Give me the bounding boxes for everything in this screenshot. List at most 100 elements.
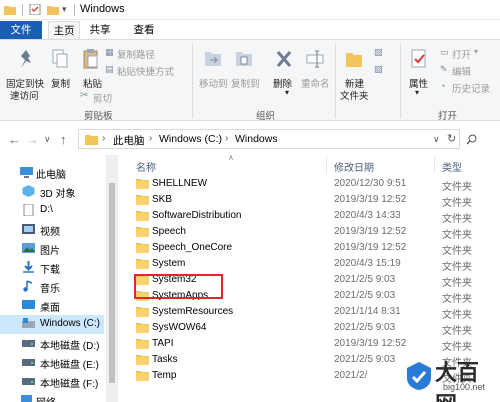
watermark-logo-icon	[407, 362, 431, 390]
nav-item-3d-objects[interactable]: 3D 对象	[0, 182, 104, 201]
new-folder-icon[interactable]	[345, 48, 363, 70]
easy-access-icon[interactable]: ▧	[374, 64, 383, 75]
nav-item-local-disk-e[interactable]: 本地磁盘 (E:)	[0, 353, 104, 372]
list-item[interactable]: Speech 2019/3/19 12:52 文件夹	[120, 224, 500, 241]
pin-quick-access-label-2[interactable]: 速访问	[10, 88, 39, 102]
paste-shortcut-button[interactable]: 粘贴快捷方式	[117, 64, 174, 78]
column-header-name[interactable]: 名称	[136, 159, 156, 174]
file-date: 2020/4/3 15:19	[334, 258, 401, 269]
copy-label[interactable]: 复制	[51, 76, 70, 90]
copy-to-icon[interactable]	[235, 48, 253, 70]
cut-button[interactable]: 剪切	[93, 91, 112, 105]
breadcrumb-windows-c[interactable]: Windows (C:)	[159, 133, 222, 145]
copy-icon[interactable]	[51, 48, 69, 70]
chevron-right-icon[interactable]: ›	[225, 133, 228, 144]
list-item[interactable]: SysWOW64 2021/2/5 9:03 文件夹	[120, 320, 500, 337]
chevron-right-icon[interactable]: ›	[102, 133, 105, 144]
clipboard-group-label: 剪贴板	[84, 111, 113, 122]
edit-button[interactable]: 编辑	[452, 64, 471, 78]
nav-item-pictures[interactable]: 图片	[0, 239, 104, 258]
delete-button[interactable]: 删除	[273, 76, 292, 90]
new-folder-label-2[interactable]: 文件夹	[340, 88, 369, 102]
search-icon[interactable]	[466, 134, 477, 145]
folder-icon	[136, 211, 149, 221]
chevron-right-icon[interactable]: ›	[149, 133, 152, 144]
refresh-icon[interactable]: ↻	[447, 132, 456, 145]
file-date: 2020/12/30 9:51	[334, 178, 407, 189]
delete-dropdown-icon[interactable]: ▾	[285, 88, 289, 97]
folder-icon	[4, 6, 16, 15]
pin-icon[interactable]	[16, 48, 36, 70]
nav-item-this-pc[interactable]: 此电脑	[0, 163, 104, 182]
file-date: 2019/3/19 12:52	[334, 242, 407, 253]
list-item[interactable]: System 2020/4/3 15:19 文件夹	[120, 256, 500, 273]
list-item[interactable]: Speech_OneCore 2019/3/19 12:52 文件夹	[120, 240, 500, 257]
paste-icon[interactable]	[82, 48, 100, 70]
list-item[interactable]: SystemResources 2021/1/14 8:31 文件夹	[120, 304, 500, 321]
nav-item-d-drive[interactable]: D:\	[0, 201, 104, 220]
up-arrow-icon[interactable]: ↑	[60, 132, 67, 147]
history-button[interactable]: 历史记录	[452, 81, 490, 95]
breadcrumb-windows[interactable]: Windows	[235, 133, 278, 145]
tab-home[interactable]: 主页	[48, 21, 80, 39]
list-item[interactable]: SoftwareDistribution 2020/4/3 14:33 文件夹	[120, 208, 500, 225]
new-folder-quick-icon[interactable]	[47, 4, 59, 15]
paste-shortcut-icon[interactable]: ▤	[105, 64, 114, 75]
file-type: 文件夹	[442, 278, 472, 289]
address-bar[interactable]: › 此电脑 › Windows (C:) › Windows ∨ ↻	[78, 129, 460, 149]
nav-item-downloads[interactable]: 下载	[0, 258, 104, 277]
rename-button[interactable]: 重命名	[301, 76, 330, 90]
properties-dropdown-icon[interactable]: ▾	[415, 88, 419, 97]
open-dropdown-icon[interactable]: ▾	[474, 47, 478, 56]
column-header-date[interactable]: 修改日期	[334, 159, 374, 174]
cut-icon[interactable]: ✂	[80, 90, 88, 101]
rename-icon[interactable]	[306, 48, 324, 70]
open-icon[interactable]: ▭	[440, 47, 449, 58]
organize-group-label: 组织	[256, 111, 276, 122]
file-date: 2019/3/19 12:52	[334, 338, 407, 349]
file-date: 2021/2/5 9:03	[334, 274, 396, 285]
nav-item-local-disk-f[interactable]: 本地磁盘 (F:)	[0, 372, 104, 391]
nav-item-desktop[interactable]: 桌面	[0, 296, 104, 315]
back-arrow-icon[interactable]: ←	[8, 132, 21, 147]
paste-label[interactable]: 粘贴	[83, 76, 102, 90]
folder-icon	[136, 339, 149, 349]
list-item[interactable]: SKB 2019/3/19 12:52 文件夹	[120, 192, 500, 209]
nav-item-local-disk-d[interactable]: 本地磁盘 (D:)	[0, 334, 104, 353]
forward-arrow-icon[interactable]: →	[26, 132, 39, 147]
breadcrumb-this-pc[interactable]: 此电脑	[113, 133, 145, 148]
column-header-type[interactable]: 类型	[442, 159, 462, 174]
nav-scrollbar[interactable]	[106, 155, 118, 402]
open-button[interactable]: 打开	[452, 47, 471, 61]
nav-item-network[interactable]: 网络	[0, 391, 104, 402]
nav-item-videos[interactable]: 视频	[0, 220, 104, 239]
tab-share[interactable]: 共享	[84, 21, 116, 39]
properties-icon[interactable]	[410, 48, 428, 70]
list-item[interactable]: SHELLNEW 2020/12/30 9:51 文件夹	[120, 176, 500, 193]
file-type: 文件夹	[442, 310, 472, 321]
list-item[interactable]: TAPI 2019/3/19 12:52 文件夹	[120, 336, 500, 353]
address-dropdown-icon[interactable]: ∨	[433, 134, 440, 145]
nav-item-windows-c[interactable]: Windows (C:)	[0, 315, 104, 334]
drive-icon	[22, 318, 35, 328]
copy-path-button[interactable]: 复制路径	[117, 47, 155, 61]
copy-to-button[interactable]: 复制到	[231, 76, 260, 90]
tab-view[interactable]: 查看	[128, 21, 160, 39]
picture-icon	[22, 243, 35, 253]
edit-icon[interactable]: ✎	[440, 64, 448, 75]
new-item-icon[interactable]: ▧	[374, 47, 383, 58]
history-icon[interactable]: ◔	[440, 81, 445, 91]
properties-check-icon[interactable]	[29, 4, 41, 15]
delete-icon[interactable]	[275, 49, 293, 69]
nav-scrollbar-thumb[interactable]	[109, 183, 115, 383]
tab-file[interactable]: 文件	[0, 21, 42, 39]
recent-locations-icon[interactable]: ∨	[44, 134, 51, 145]
file-name: Speech	[152, 226, 186, 237]
move-to-button[interactable]: 移动到	[199, 76, 228, 90]
watermark-url: big100.net	[443, 382, 486, 392]
quick-access-dropdown-icon[interactable]: ▾	[62, 4, 67, 15]
file-name: SysWOW64	[152, 322, 207, 333]
copy-path-icon[interactable]: ▦	[105, 47, 114, 58]
nav-item-music[interactable]: 音乐	[0, 277, 104, 296]
move-to-icon[interactable]	[204, 48, 222, 70]
